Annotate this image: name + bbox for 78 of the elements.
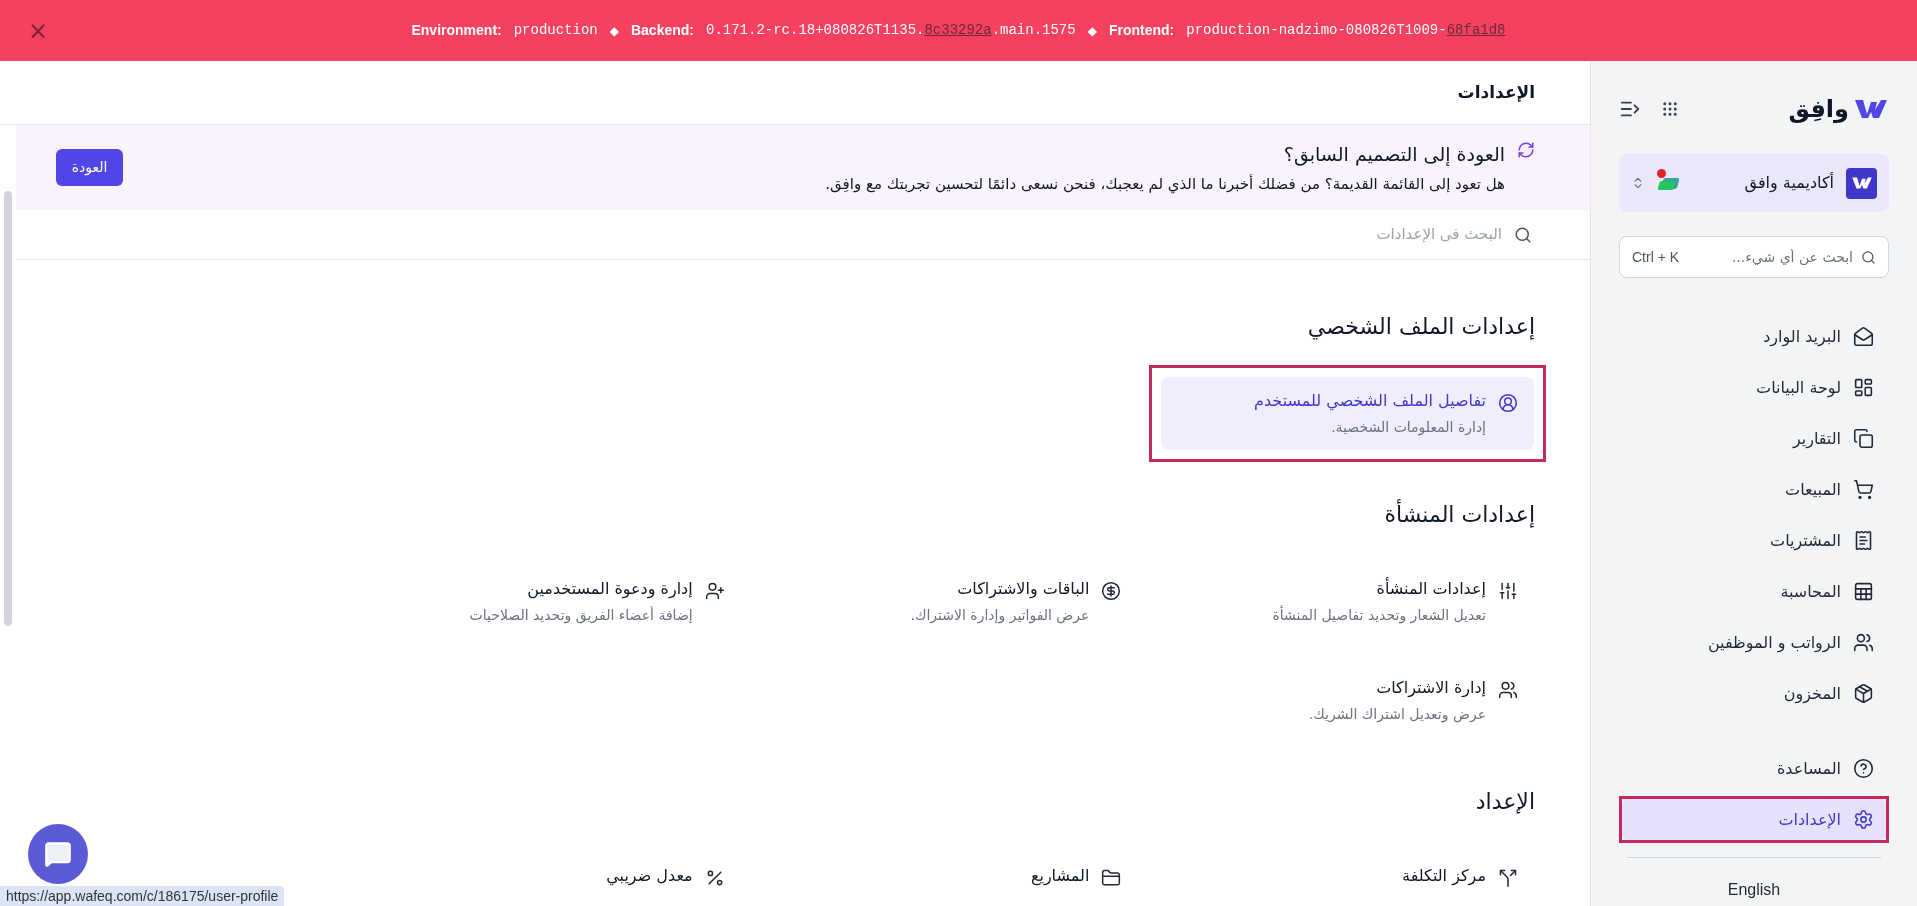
section-heading: إعدادات الملف الشخصي: [1307, 313, 1535, 342]
item-title: تفاصيل الملف الشخصي للمستخدم: [1254, 390, 1486, 413]
chat-icon: [44, 840, 72, 868]
company-name: أكاديمية وافق: [1744, 171, 1834, 195]
dollar-icon: [1101, 581, 1122, 601]
item-title: معدل ضريبي: [606, 865, 693, 888]
sheet-icon: [1853, 581, 1874, 602]
settings-item[interactable]: إعدادات المنشأة تعديل الشعار وتحديد تفاصيل المنشأة: [1161, 565, 1534, 638]
nav-item[interactable]: المحاسبة: [1622, 571, 1886, 612]
item-title: المشاريع: [1030, 865, 1090, 888]
env-label: Environment:: [411, 21, 502, 40]
sliders-icon: [1498, 581, 1518, 601]
notice-title: العودة إلى التصميم السابق؟: [1282, 142, 1505, 168]
item-title: إعدادات المنشأة: [1375, 577, 1486, 600]
separator: ◆: [1087, 22, 1097, 40]
nav-item[interactable]: البريد الوارد: [1622, 316, 1886, 357]
env-value: production: [513, 21, 598, 40]
apps-grid-icon[interactable]: [1661, 100, 1679, 118]
nav-item[interactable]: المشتريات: [1622, 520, 1886, 561]
folder-icon: [1101, 868, 1122, 888]
envelope-icon: [1853, 326, 1874, 347]
env-label: Frontend:: [1108, 21, 1175, 40]
settings-item[interactable]: المشاريع: [764, 852, 1138, 900]
nav-item[interactable]: المبيعات: [1622, 469, 1886, 510]
env-label: Backend:: [630, 21, 694, 40]
page-title: الإعدادات: [1457, 80, 1535, 104]
nav-item[interactable]: المساعدة: [1622, 748, 1886, 789]
dashboard-icon: [1853, 377, 1874, 398]
receipt-icon: [1853, 530, 1874, 551]
language-button[interactable]: English: [1727, 878, 1781, 902]
scrollbar[interactable]: [4, 191, 12, 626]
env-value: 0.171.2-rc.18+080826T1135.8c33292a.main.1575: [706, 21, 1076, 40]
settings-item[interactable]: إدارة ودعوة المستخدمين إضافة أعضاء الفريق وتحديد الصلاحيات: [368, 565, 741, 638]
section-heading: إعدادات المنشأة: [1384, 498, 1535, 531]
settings-search-field[interactable]: البحث فى الإعدادات: [16, 223, 1502, 246]
settings-item[interactable]: تفاصيل الملف الشخصي للمستخدم إدارة المعلومات الشخصية.: [1161, 377, 1534, 450]
item-description: إضافة أعضاء الفريق وتحديد الصلاحيات: [469, 605, 693, 626]
item-title: الباقات والاشتراكات: [956, 578, 1090, 601]
item-description: تعديل الشعار وتحديد تفاصيل المنشأة: [1272, 605, 1486, 626]
settings-item[interactable]: إدارة الاشتراكات عرض وتعديل اشتراك الشريك.: [1161, 664, 1534, 737]
user-circle-icon: [1498, 393, 1518, 413]
refresh-icon: [1517, 141, 1535, 159]
item-description: عرض الفواتير وإدارة الاشتراك.: [910, 606, 1090, 626]
env-value: production-nadzimo-080826T1009-68fa1d8: [1186, 21, 1506, 40]
company-selector[interactable]: أكاديمية وافق: [1619, 154, 1889, 212]
nav-item[interactable]: التقارير: [1622, 418, 1886, 459]
nav-item[interactable]: لوحة البيانات: [1622, 367, 1886, 408]
status-url-tooltip: https://app.wafeq.com/c/186175/user-profile: [0, 886, 285, 906]
item-title: إدارة ودعوة المستخدمين: [526, 578, 693, 601]
settings-icon: [1853, 809, 1874, 830]
company-logo-icon: [1846, 167, 1877, 199]
split-icon: [1498, 868, 1518, 888]
user-plus-icon: [704, 581, 725, 601]
search-icon: [1514, 225, 1532, 244]
back-button[interactable]: العودة: [56, 149, 123, 186]
users-icon: [1498, 680, 1518, 700]
users-icon: [1853, 632, 1874, 653]
logo-text: وافِق: [1788, 94, 1849, 125]
chat-button[interactable]: [28, 824, 88, 884]
item-title: إدارة الاشتراكات: [1375, 677, 1486, 700]
nav-item[interactable]: الرواتب و الموظفين: [1622, 622, 1886, 663]
settings-item[interactable]: مركز التكلفة: [1161, 852, 1534, 900]
shortcut-hint: Ctrl + K: [1632, 247, 1680, 267]
notice-text: هل تعود إلى القائمة القديمة؟ من فضلك أخبرنا ما الذي لم يعجبك، فنحن نسعى دائمًا لتحسين تجربتك مع وافِق.: [824, 173, 1505, 195]
item-description: إدارة المعلومات الشخصية.: [1330, 418, 1486, 438]
settings-item[interactable]: الباقات والاشتراكات عرض الفواتير وإدارة الاشتراك.: [764, 565, 1138, 638]
nav-item[interactable]: المخزون: [1622, 673, 1886, 714]
item-description: عرض وتعديل اشتراك الشريك.: [1308, 705, 1486, 725]
nav-item[interactable]: الإعدادات: [1622, 799, 1886, 840]
box-icon: [1853, 683, 1874, 704]
copy-icon: [1853, 428, 1874, 449]
settings-item[interactable]: معدل ضريبي: [368, 852, 741, 900]
separator: ◆: [609, 22, 619, 40]
search-icon: [1861, 249, 1876, 265]
cart-icon: [1853, 479, 1874, 500]
help-icon: [1853, 758, 1874, 779]
item-title: مركز التكلفة: [1402, 865, 1486, 888]
section-heading: الإعداد: [1475, 788, 1535, 816]
